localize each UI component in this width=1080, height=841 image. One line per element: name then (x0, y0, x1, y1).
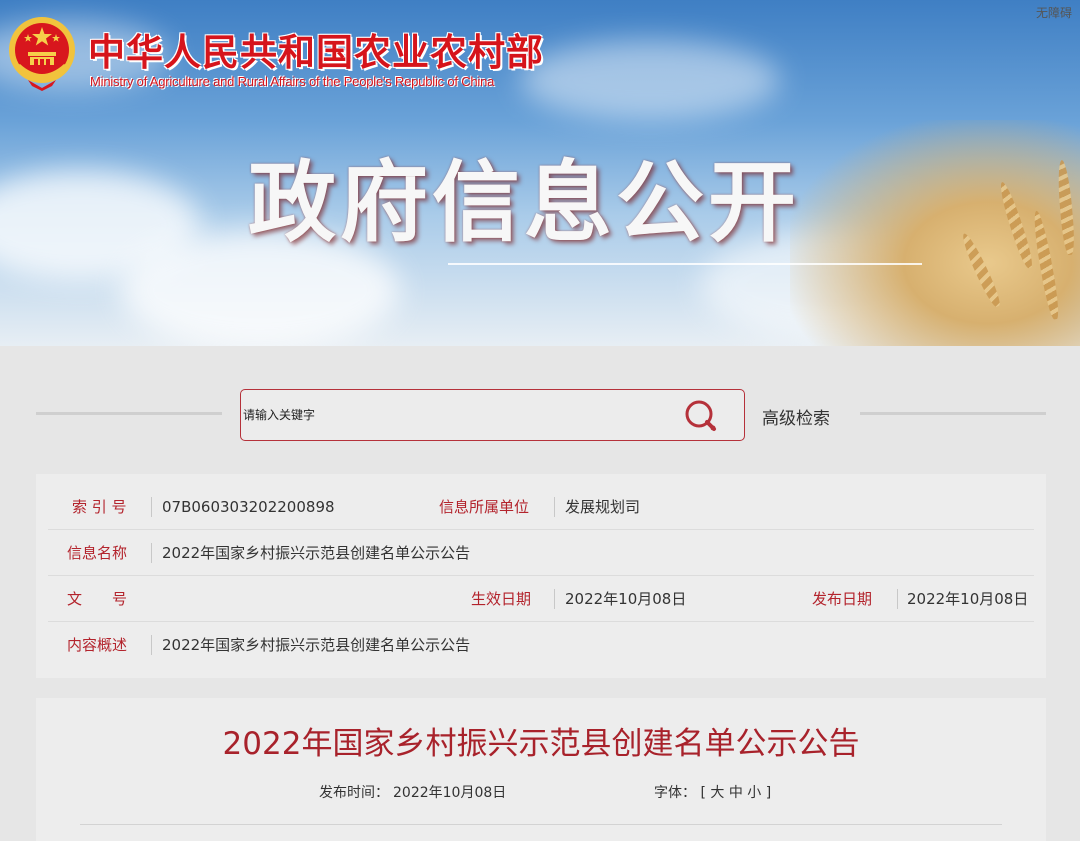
article-panel: 2022年国家乡村振兴示范县创建名单公示公告 发布时间： 2022年10月08日… (36, 698, 1046, 841)
article-title: 2022年国家乡村振兴示范县创建名单公示公告 (222, 726, 860, 762)
publish-time-value: 2022年10月08日 (393, 785, 507, 801)
search-box (240, 389, 745, 441)
divider (554, 589, 555, 609)
font-medium-button[interactable]: 中 (729, 785, 743, 801)
effective-date-label: 生效日期 (471, 590, 532, 608)
font-size-control: 字体： [ 大 中 小 ] (654, 782, 771, 802)
font-size-label: 字体： (654, 785, 696, 801)
banner-divider (448, 263, 922, 265)
divider (897, 589, 898, 609)
publish-date-value: 2022年10月08日 (907, 590, 1029, 608)
article-divider (80, 824, 1002, 825)
index-value: 07B060303202200898 (162, 498, 335, 516)
ministry-name-cn: 中华人民共和国农业农村部 (88, 30, 544, 74)
name-value: 2022年国家乡村振兴示范县创建名单公示公告 (162, 544, 471, 562)
accessibility-link[interactable]: 无障碍 (1036, 4, 1072, 21)
info-row-name: 信息名称 2022年国家乡村振兴示范县创建名单公示公告 (48, 530, 1034, 576)
national-emblem-icon (9, 17, 75, 91)
doc-number-label: 文 号 (67, 590, 128, 608)
header-banner: 中华人民共和国农业农村部 Ministry of Agriculture and… (0, 0, 1080, 346)
unit-value: 发展规划司 (565, 498, 641, 516)
divider (151, 635, 152, 655)
info-row-summary: 内容概述 2022年国家乡村振兴示范县创建名单公示公告 (48, 622, 1034, 668)
search-icon[interactable] (681, 396, 721, 436)
cloud-decoration (520, 40, 780, 120)
advanced-search-link[interactable]: 高级检索 (762, 404, 830, 429)
ministry-name-en: Ministry of Agriculture and Rural Affair… (90, 74, 495, 89)
unit-label: 信息所属单位 (439, 498, 530, 516)
divider (151, 497, 152, 517)
search-input[interactable] (243, 402, 663, 428)
info-row-doc: 文 号 生效日期 2022年10月08日 发布日期 2022年10月08日 (48, 576, 1034, 622)
name-label: 信息名称 (67, 544, 128, 562)
summary-label: 内容概述 (67, 636, 128, 654)
search-divider-right (860, 412, 1046, 415)
divider (554, 497, 555, 517)
font-large-button[interactable]: 大 (710, 785, 724, 801)
info-row-index: 索 引 号 07B060303202200898 信息所属单位 发展规划司 (48, 484, 1034, 530)
publish-date-label: 发布日期 (812, 590, 873, 608)
index-label: 索 引 号 (72, 498, 127, 516)
divider (151, 543, 152, 563)
font-small-button[interactable]: 小 (747, 785, 761, 801)
font-bracket-open: [ (700, 785, 706, 801)
summary-value: 2022年国家乡村振兴示范县创建名单公示公告 (162, 636, 471, 654)
font-bracket-close: ] (765, 785, 772, 801)
info-table: 索 引 号 07B060303202200898 信息所属单位 发展规划司 信息… (36, 474, 1046, 678)
effective-date-value: 2022年10月08日 (565, 590, 687, 608)
search-divider-left (36, 412, 222, 415)
banner-title: 政府信息公开 (248, 150, 801, 254)
publish-time-label: 发布时间： (319, 785, 389, 801)
